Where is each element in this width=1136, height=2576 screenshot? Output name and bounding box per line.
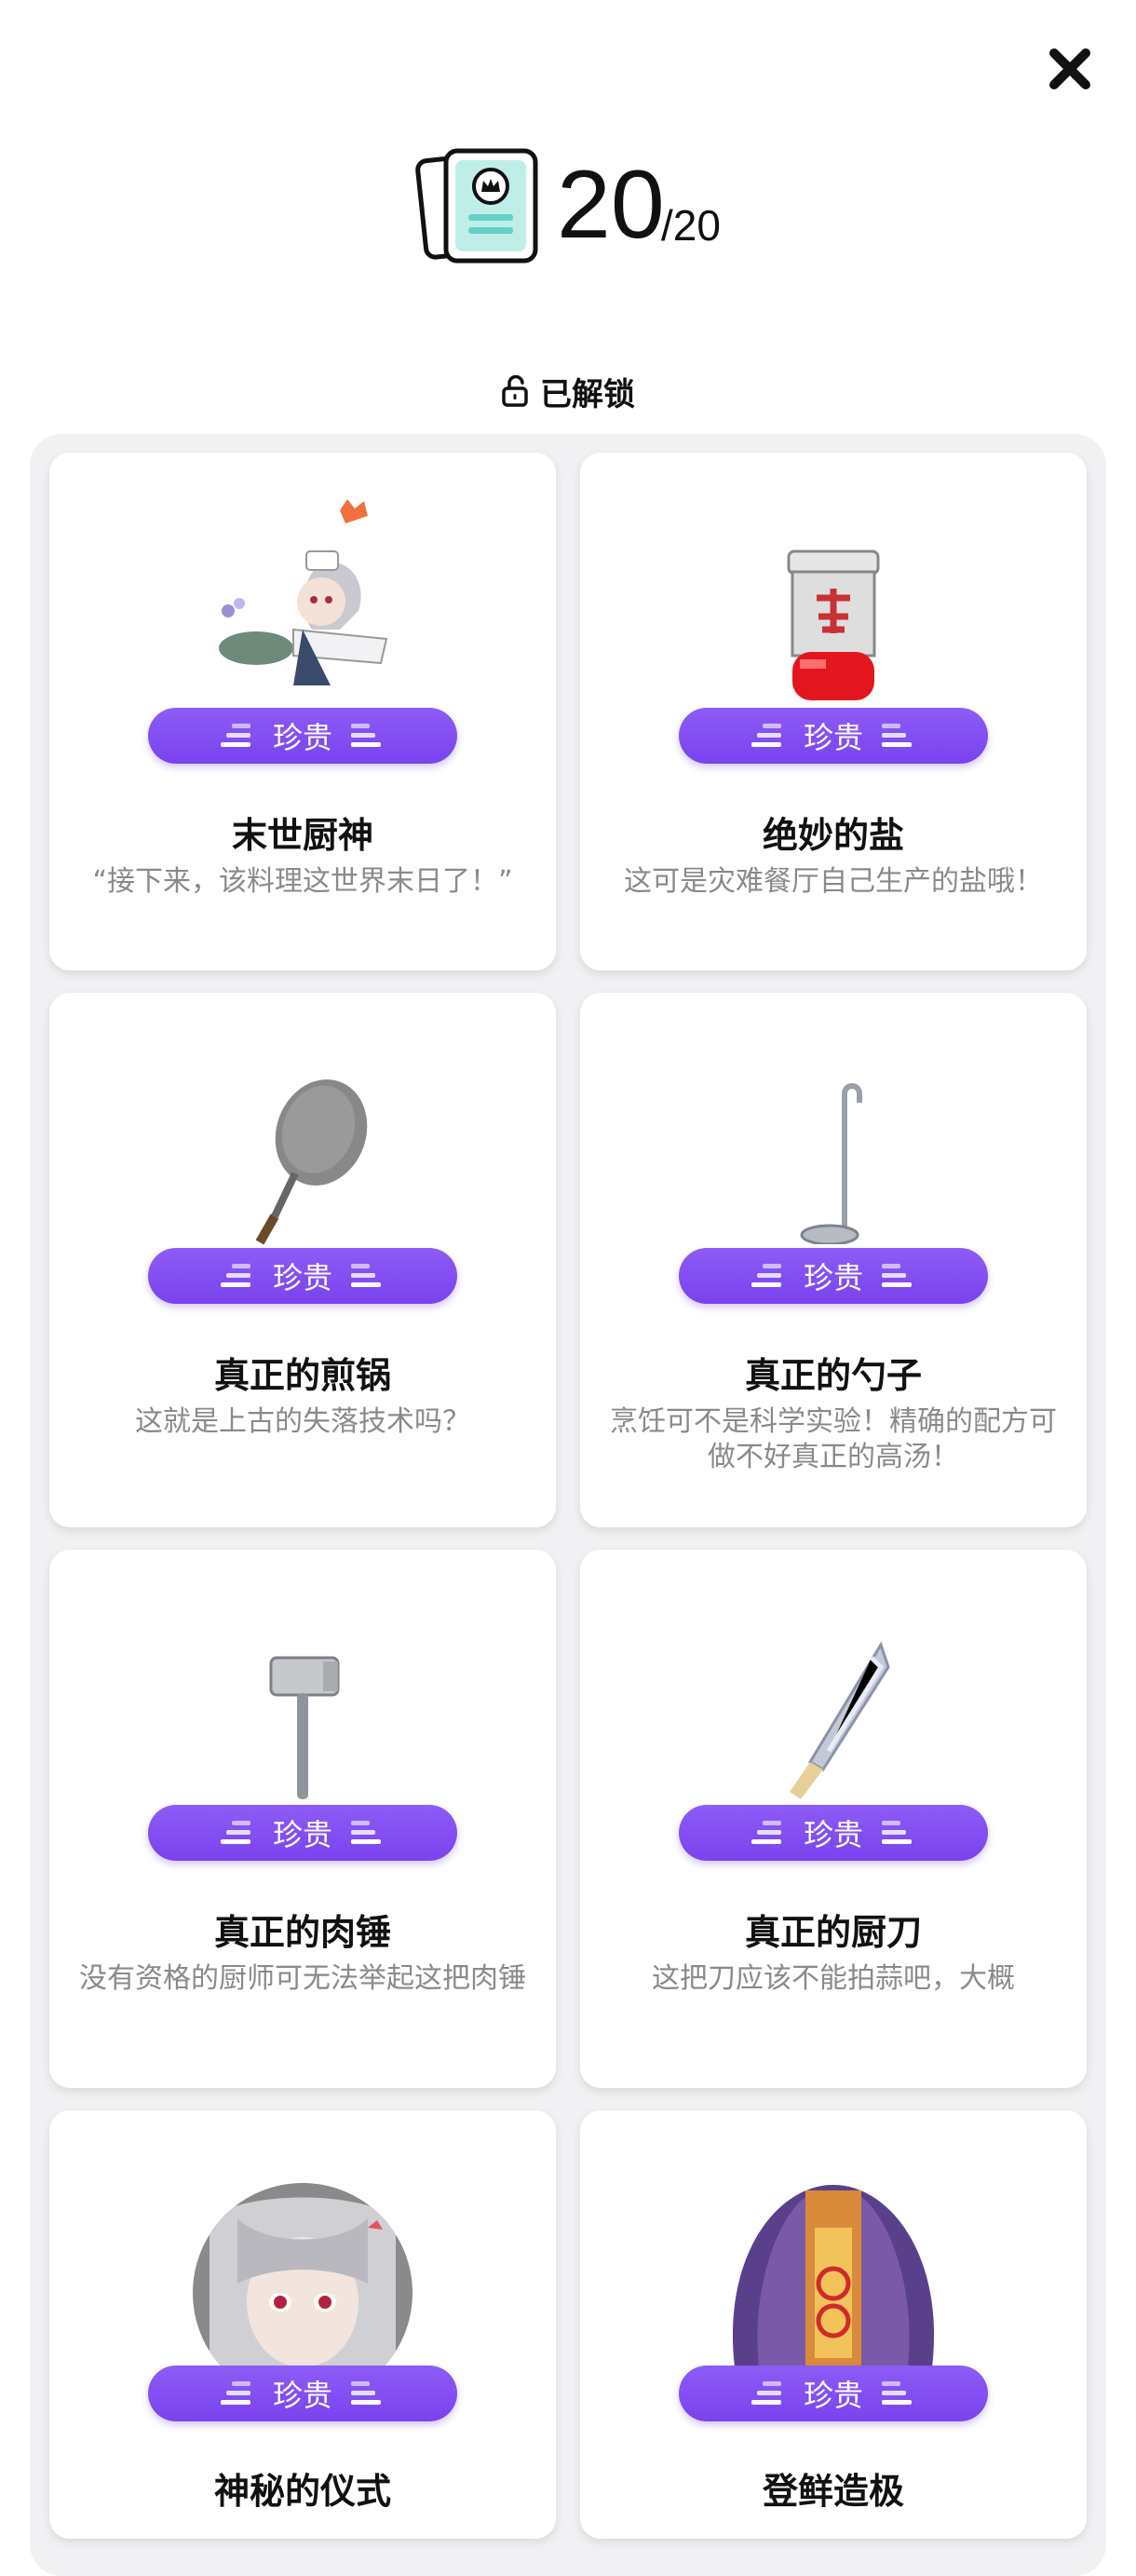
card-description: 这可是灾难餐厅自己生产的盐哦！ xyxy=(624,865,1043,898)
unlocked-filter[interactable]: 已解锁 xyxy=(0,368,1136,414)
collection-card[interactable]: 珍贵 真正的勺子 烹饪可不是科学实验！精确的配方可做不好真正的高汤！ xyxy=(580,993,1087,1527)
shell-shrine-art xyxy=(580,2181,1087,2367)
card-description: 这就是上古的失落技术吗？ xyxy=(135,1405,470,1438)
unlock-icon xyxy=(502,374,528,407)
meat-mallet-art xyxy=(49,1654,556,1803)
collection-card[interactable]: 珍贵 真正的煎锅 这就是上古的失落技术吗？ xyxy=(49,993,556,1527)
badge-stripes-icon xyxy=(351,2381,381,2405)
card-title: 绝妙的盐 xyxy=(762,815,904,856)
badge-stripes-icon xyxy=(751,1264,781,1287)
card-title: 末世厨神 xyxy=(231,815,373,856)
collection-progress: 20 /20 xyxy=(0,140,1136,270)
chef-girl-art xyxy=(49,499,556,704)
salt-shaker-art xyxy=(580,549,1087,704)
card-title: 登鲜造极 xyxy=(762,2471,904,2512)
collection-card[interactable]: 珍贵 登鲜造极 xyxy=(580,2110,1087,2539)
badge-stripes-icon xyxy=(220,724,250,747)
card-title: 真正的煎锅 xyxy=(213,1355,391,1396)
rarity-badge: 珍贵 xyxy=(679,2366,988,2421)
ritual-portrait-art xyxy=(49,2181,556,2367)
badge-stripes-icon xyxy=(351,1821,381,1844)
card-description: 这把刀应该不能拍蒜吧，大概 xyxy=(652,1962,1015,1995)
badge-stripes-icon xyxy=(751,1821,781,1844)
frying-pan-art xyxy=(49,1077,556,1244)
collection-grid: 珍贵 末世厨神 “接下来，该料理这世界末日了！” 珍贵 绝妙的盐 这可是灾难餐厅… xyxy=(30,434,1106,2576)
unlocked-count: 20 xyxy=(557,151,665,259)
collection-card[interactable]: 珍贵 真正的厨刀 这把刀应该不能拍蒜吧，大概 xyxy=(580,1550,1087,2088)
card-description: “接下来，该料理这世界末日了！” xyxy=(92,865,513,898)
collection-card[interactable]: 珍贵 绝妙的盐 这可是灾难餐厅自己生产的盐哦！ xyxy=(580,453,1087,970)
unlocked-label: 已解锁 xyxy=(540,375,635,414)
rarity-badge: 珍贵 xyxy=(679,708,988,764)
album-icon xyxy=(415,148,538,264)
card-title: 真正的厨刀 xyxy=(744,1912,922,1953)
badge-stripes-icon xyxy=(351,724,381,747)
rarity-badge: 珍贵 xyxy=(148,1248,457,1304)
rarity-badge: 珍贵 xyxy=(679,1248,988,1304)
badge-stripes-icon xyxy=(220,1821,250,1844)
card-title: 真正的勺子 xyxy=(744,1355,922,1396)
badge-stripes-icon xyxy=(751,2381,781,2405)
collection-card[interactable]: 珍贵 真正的肉锤 没有资格的厨师可无法举起这把肉锤 xyxy=(49,1550,556,2088)
kitchen-knife-art xyxy=(580,1639,1087,1803)
badge-stripes-icon xyxy=(882,724,912,747)
card-title: 真正的肉锤 xyxy=(213,1912,391,1953)
badge-stripes-icon xyxy=(882,1264,912,1287)
rarity-label: 珍贵 xyxy=(272,1260,332,1295)
badge-stripes-icon xyxy=(751,724,781,747)
rarity-label: 珍贵 xyxy=(272,2378,332,2413)
badge-stripes-icon xyxy=(882,2381,912,2405)
rarity-label: 珍贵 xyxy=(803,1817,863,1852)
rarity-badge: 珍贵 xyxy=(679,1805,988,1861)
card-description: 没有资格的厨师可无法举起这把肉锤 xyxy=(79,1962,526,1995)
rarity-label: 珍贵 xyxy=(272,720,332,755)
rarity-badge: 珍贵 xyxy=(148,1805,457,1861)
rarity-label: 珍贵 xyxy=(272,1817,332,1852)
collection-card[interactable]: 珍贵 神秘的仪式 xyxy=(49,2110,556,2539)
rarity-badge: 珍贵 xyxy=(148,2366,457,2421)
badge-stripes-icon xyxy=(220,2381,250,2405)
total-count: /20 xyxy=(661,201,721,250)
close-button[interactable] xyxy=(1043,42,1097,96)
rarity-badge: 珍贵 xyxy=(148,708,457,764)
badge-stripes-icon xyxy=(882,1821,912,1844)
badge-stripes-icon xyxy=(220,1264,250,1287)
badge-stripes-icon xyxy=(351,1264,381,1287)
rarity-label: 珍贵 xyxy=(803,1260,863,1295)
card-title: 神秘的仪式 xyxy=(213,2471,391,2512)
rarity-label: 珍贵 xyxy=(803,2378,863,2413)
collection-card[interactable]: 珍贵 末世厨神 “接下来，该料理这世界末日了！” xyxy=(49,453,556,970)
close-icon xyxy=(1049,48,1090,89)
card-description: 烹饪可不是科学实验！精确的配方可做不好真正的高汤！ xyxy=(610,1405,1057,1473)
ladle-art xyxy=(580,1082,1087,1244)
rarity-label: 珍贵 xyxy=(803,720,863,755)
